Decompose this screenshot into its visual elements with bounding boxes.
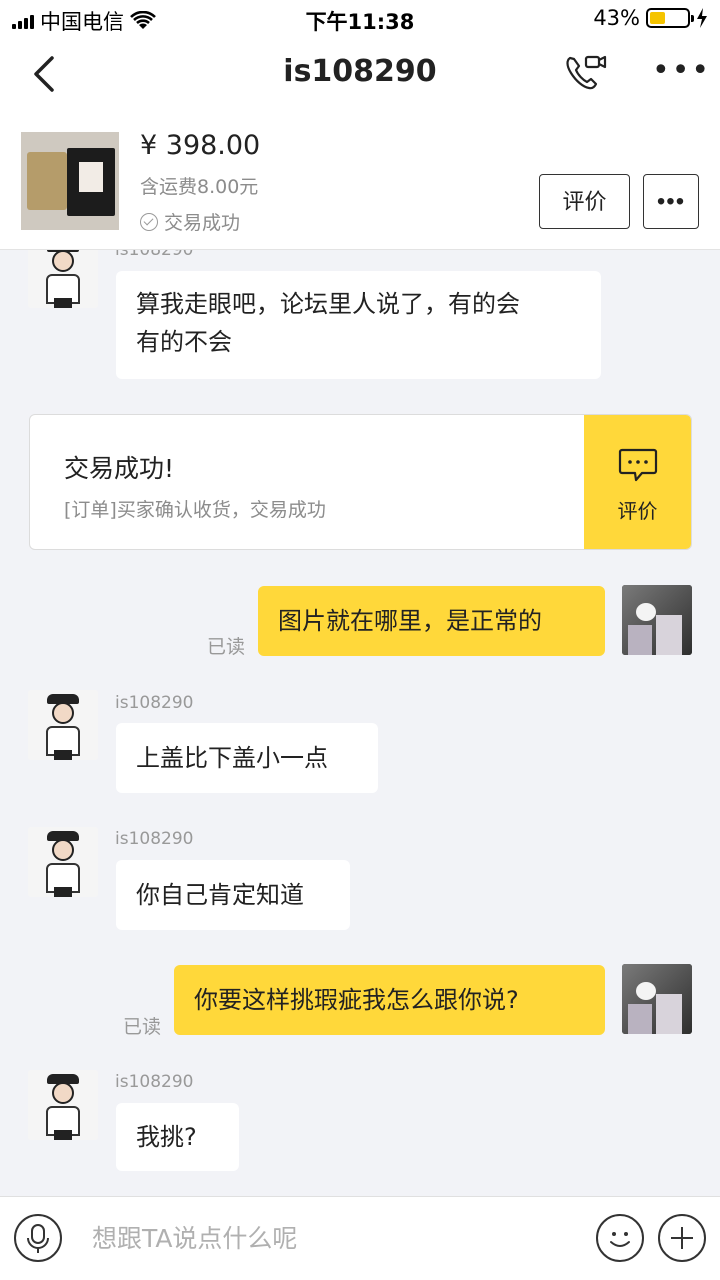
- product-more-button[interactable]: •••: [643, 174, 699, 229]
- product-shipping: 含运费8.00元: [140, 176, 259, 198]
- order-status-title: 交易成功!: [64, 454, 175, 483]
- read-receipt: 已读: [123, 1016, 162, 1038]
- battery-percent: 43%: [593, 6, 640, 30]
- product-thumbnail[interactable]: [21, 132, 119, 230]
- product-card[interactable]: ¥ 398.00 含运费8.00元 交易成功 评价 •••: [0, 112, 720, 250]
- message-bubble[interactable]: 你自己肯定知道: [116, 860, 350, 930]
- message-bubble[interactable]: 上盖比下盖小一点: [116, 723, 378, 793]
- avatar[interactable]: [28, 690, 98, 760]
- message-text: 有的不会: [136, 328, 232, 356]
- phone-video-icon[interactable]: [562, 52, 608, 94]
- microphone-icon: [27, 1224, 49, 1253]
- status-bar: 中国电信 下午11:38 43%: [0, 0, 720, 36]
- sender-name: is108290: [115, 693, 194, 713]
- sender-name: is108290: [115, 1072, 194, 1092]
- sender-name: is108290: [115, 250, 194, 260]
- page-title: is108290: [283, 54, 437, 89]
- review-button[interactable]: 评价: [539, 174, 630, 229]
- my-avatar[interactable]: [622, 585, 692, 655]
- chat-bubble-icon: [618, 448, 658, 482]
- avatar[interactable]: [28, 827, 98, 897]
- charging-icon: [697, 8, 707, 28]
- message-input[interactable]: [92, 1217, 572, 1259]
- more-actions-button[interactable]: [658, 1214, 706, 1262]
- sender-name: is108290: [115, 829, 194, 849]
- input-bar: [0, 1196, 720, 1280]
- avatar[interactable]: [28, 250, 98, 308]
- order-status-card[interactable]: 交易成功! [订单]买家确认收货，交易成功 评价: [29, 414, 692, 550]
- smiley-icon: [610, 1232, 630, 1247]
- order-status-desc: [订单]买家确认收货，交易成功: [64, 499, 326, 521]
- battery-icon: [646, 8, 694, 28]
- more-options-icon[interactable]: •••: [652, 56, 709, 90]
- card-review-button[interactable]: 评价: [584, 415, 691, 549]
- plus-icon: [671, 1227, 693, 1249]
- message-bubble[interactable]: 我挑?: [116, 1103, 239, 1171]
- trade-status: 交易成功: [140, 208, 240, 235]
- check-circle-icon: [140, 212, 158, 231]
- emoji-button[interactable]: [596, 1214, 644, 1262]
- card-review-label: 评价: [617, 499, 658, 523]
- message-bubble[interactable]: 图片就在哪里，是正常的: [258, 586, 605, 656]
- product-price: ¥ 398.00: [140, 130, 261, 161]
- message-bubble[interactable]: 你要这样挑瑕疵我怎么跟你说?: [174, 965, 605, 1035]
- message-text: 算我走眼吧，论坛里人说了，有的会: [136, 290, 520, 318]
- my-avatar[interactable]: [622, 964, 692, 1034]
- message-bubble[interactable]: 算我走眼吧，论坛里人说了，有的会 有的不会: [116, 271, 601, 379]
- avatar[interactable]: [28, 1070, 98, 1140]
- chat-area[interactable]: is108290 算我走眼吧，论坛里人说了，有的会 有的不会 交易成功! [订单…: [0, 250, 720, 1196]
- read-receipt: 已读: [207, 636, 246, 658]
- voice-button[interactable]: [14, 1214, 62, 1262]
- trade-status-label: 交易成功: [164, 212, 241, 234]
- nav-bar: is108290 •••: [0, 36, 720, 112]
